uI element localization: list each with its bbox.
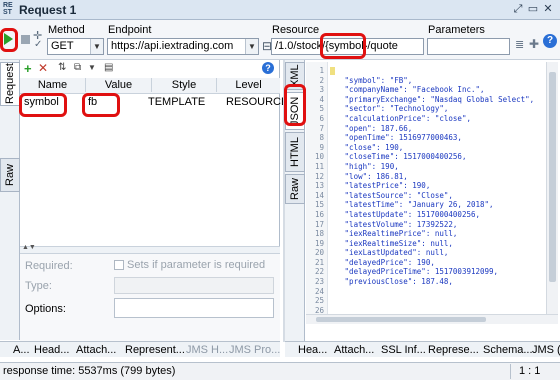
add-param-icon[interactable]: + [24, 61, 32, 76]
brace-match [330, 67, 335, 75]
value-highlight [82, 93, 120, 117]
scroll-thumb[interactable] [549, 72, 556, 282]
tab-attachments[interactable]: Attach... [76, 342, 116, 358]
tab-schema[interactable]: Schema... [483, 342, 533, 358]
method-label: Method [48, 24, 85, 36]
line-gutter: 1 2 3 4 5 6 7 8 9 10 11 12 13 14 15 16 1… [306, 62, 328, 315]
options-field[interactable] [114, 298, 274, 318]
minimize-icon[interactable]: ▭ [527, 3, 539, 15]
response-time: response time: 5537ms (799 bytes) [3, 365, 176, 377]
required-label: Required: [25, 260, 73, 272]
tab-html[interactable]: HTML [285, 132, 305, 172]
tab-headers[interactable]: Hea... [298, 342, 327, 358]
response-json[interactable]: { "symbol": "FB", "companyName": "Facebo… [328, 62, 546, 287]
check-icon[interactable]: ✓ [34, 39, 42, 50]
help-icon[interactable]: ? [262, 62, 274, 74]
column-name[interactable]: Name [20, 78, 86, 92]
parameters-edit-icon[interactable]: ≣ [515, 38, 524, 51]
parameters-label: Parameters [428, 24, 485, 36]
method-select[interactable]: GET ▼ [47, 38, 104, 55]
tab-representations[interactable]: Represe... [428, 342, 479, 358]
tab-representations[interactable]: Represent... [125, 342, 185, 358]
status-bar: response time: 5537ms (799 bytes) 1 : 1 [0, 362, 560, 380]
help-icon[interactable]: ? [543, 34, 557, 48]
options-label: Options: [25, 303, 66, 315]
response-editor[interactable]: { "symbol": "FB", "companyName": "Facebo… [328, 62, 546, 314]
chevron-down-icon: ▼ [90, 39, 103, 54]
request-bottom-tabs: A... Head... Attach... Represent... JMS … [0, 341, 280, 357]
tab-request[interactable]: Request [0, 62, 20, 106]
column-value[interactable]: Value [86, 78, 152, 92]
add-param-icon[interactable]: ✚ [529, 37, 539, 51]
rest-icon: RE ST [3, 2, 13, 16]
request-vertical-tabs: Request Raw [0, 60, 20, 340]
vertical-scrollbar[interactable] [546, 62, 558, 314]
tab-ssl-info[interactable]: SSL Inf... [381, 342, 426, 358]
response-bottom-tabs: Hea... Attach... SSL Inf... Represe... S… [285, 341, 560, 357]
clone-icon[interactable]: ⧉ [74, 62, 81, 73]
line-numbers: 1 2 3 4 5 6 7 8 9 10 11 12 13 14 15 16 1… [314, 66, 324, 315]
param-level[interactable]: RESOURCE [226, 94, 288, 111]
request-toolbar: ✛ ✓ Method GET ▼ Endpoint https://api.ie… [0, 20, 560, 60]
param-style[interactable]: TEMPLATE [148, 94, 205, 111]
name-highlight [19, 93, 67, 117]
required-checkbox-label: Sets if parameter is required [127, 259, 266, 271]
chevron-down-icon[interactable]: ▼ [88, 63, 96, 72]
resource-label: Resource [272, 24, 320, 36]
type-label: Type: [25, 280, 52, 292]
method-value: GET [51, 40, 74, 52]
parameters-input[interactable] [427, 38, 510, 55]
tab-raw[interactable]: Raw [285, 174, 305, 204]
title-bar: RE ST Request 1 ⤢ ▭ ✕ [0, 0, 560, 20]
sort-icon[interactable]: ▤ [104, 62, 113, 73]
move-icon[interactable]: ⇅ [58, 62, 66, 73]
endpoint-label: Endpoint [108, 24, 152, 36]
close-icon[interactable]: ✕ [542, 3, 554, 15]
detach-icon[interactable]: ⤢ [512, 3, 524, 15]
json-highlight [284, 84, 306, 126]
hscroll-thumb[interactable] [316, 317, 486, 322]
tab-jms[interactable]: JMS ( [532, 342, 560, 358]
params-header: Name Value Style Level [20, 78, 280, 94]
tab-jms-headers[interactable]: JMS H... [186, 342, 228, 358]
type-field[interactable] [114, 277, 274, 294]
tab-attachments[interactable]: Attach... [334, 342, 374, 358]
chevron-down-icon: ▼ [245, 39, 258, 54]
remove-param-icon[interactable]: ✕ [38, 61, 48, 75]
horizontal-scrollbar[interactable] [306, 314, 558, 324]
endpoint-select[interactable]: https://api.iextrading.com ▼ [107, 38, 259, 55]
stop-icon[interactable] [21, 35, 30, 44]
tab-auth[interactable]: A... [13, 342, 30, 358]
symbol-highlight [320, 33, 366, 59]
required-checkbox[interactable] [114, 260, 124, 270]
column-level[interactable]: Level [217, 78, 280, 92]
run-icon[interactable] [4, 33, 13, 45]
chevron-down-icon[interactable]: ▲▼ [22, 244, 36, 251]
tab-raw[interactable]: Raw [0, 158, 20, 192]
cursor-position: 1 : 1 [510, 364, 558, 379]
endpoint-value: https://api.iextrading.com [111, 40, 234, 52]
tab-jms-properties[interactable]: JMS Pro... [229, 342, 280, 358]
column-style[interactable]: Style [152, 78, 217, 92]
pane-splitter[interactable] [20, 246, 280, 254]
tab-headers[interactable]: Head... [34, 342, 69, 358]
window-title: Request 1 [19, 3, 77, 17]
